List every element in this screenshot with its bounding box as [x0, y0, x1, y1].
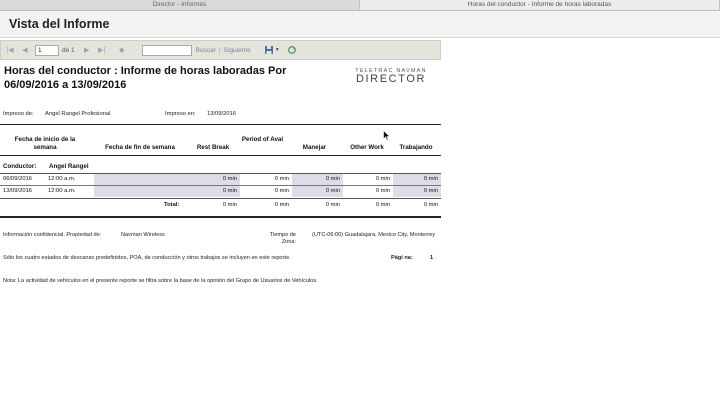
printed-by-value: Angel Rangel Profesional	[45, 111, 111, 117]
page-count-label: de 1	[62, 46, 75, 54]
total-other: 0 min	[375, 202, 390, 208]
previous-page-icon[interactable]: ◀	[19, 44, 31, 56]
toolbar-separator: |	[218, 46, 221, 54]
row-work: 0 min	[393, 186, 441, 197]
column-header-end: Fecha de fin de semana	[105, 144, 175, 151]
total-drive: 0 min	[325, 202, 340, 208]
timezone-value: (UTC-06:00) Guadalajara, Mexico City, Mo…	[312, 232, 435, 238]
page-value: 1	[430, 255, 434, 261]
printed-on-label: Impreso en:	[165, 111, 196, 117]
search-input[interactable]	[141, 44, 192, 56]
export-icon[interactable]	[263, 44, 275, 56]
footer-note-vehicles: Nota: La actividad de vehículos en el pr…	[3, 278, 318, 284]
logo-line-2: DIRECTOR	[355, 73, 427, 85]
next-page-icon[interactable]: ▶	[81, 44, 93, 56]
row-time: 12:00 a.m.	[48, 188, 76, 194]
mouse-cursor-icon	[383, 128, 391, 146]
row-end-date	[94, 174, 188, 185]
tab-report[interactable]: Horas del conductor - Informe de horas l…	[360, 0, 720, 10]
row-aval: 0 min	[274, 188, 289, 194]
printed-on-value: 13/09/2016	[207, 111, 237, 117]
timezone-label: Tiempo de Zona:	[269, 232, 296, 245]
rows-bottom-rule	[0, 198, 441, 199]
refresh-icon[interactable]	[286, 44, 298, 56]
row-time: 12:00 a.m.	[48, 176, 76, 182]
printed-by-label: Impreso de:	[3, 111, 34, 117]
header-rule	[0, 124, 441, 125]
browser-tab-bar: Director - Informes Horas del conductor …	[0, 0, 720, 11]
table-row: 13/09/2016 12:00 a.m. 0 min 0 min 0 min …	[0, 186, 441, 197]
column-header-aval: Period of Aval	[241, 136, 284, 143]
row-date: 06/09/2016	[3, 176, 33, 182]
teletrac-navman-logo: TELETRAC NAVMAN DIRECTOR	[346, 68, 436, 85]
footer-note-states: Sólo los cuatro estados de descanso pred…	[3, 255, 291, 261]
export-dropdown-icon[interactable]: ▼	[275, 47, 280, 53]
column-header-start: Fecha de inicio de la semana	[14, 136, 76, 151]
page-label: Pági na:	[391, 255, 413, 261]
row-drive: 0 min	[292, 186, 343, 197]
first-page-icon[interactable]: |◀	[4, 44, 16, 56]
row-rest: 0 min	[188, 186, 240, 197]
page-title: Vista del Informe	[9, 17, 110, 31]
driver-label: Conductor:	[3, 163, 37, 170]
back-icon[interactable]: ◆	[116, 44, 128, 56]
row-work: 0 min	[393, 174, 441, 185]
total-row: Total: 0 min 0 min 0 min 0 min 0 min	[0, 200, 441, 211]
total-rest: 0 min	[222, 202, 237, 208]
row-other: 0 min	[375, 176, 390, 182]
confidential-label: Información confidencial. Propiedad de:	[3, 232, 102, 238]
page-header: Vista del Informe	[0, 11, 720, 38]
total-label: Total:	[164, 202, 180, 208]
total-aval: 0 min	[274, 202, 289, 208]
column-header-rest: Rest Break	[196, 144, 230, 151]
row-date: 13/09/2016	[3, 188, 33, 194]
total-rule	[0, 216, 441, 218]
last-page-icon[interactable]: ▶|	[96, 44, 108, 56]
total-work: 0 min	[423, 202, 438, 208]
report-title: Horas del conductor : Informe de horas l…	[4, 65, 287, 91]
next-match-link[interactable]: Siguiente	[224, 47, 251, 54]
column-header-drive: Manejar	[302, 144, 327, 151]
row-other: 0 min	[375, 188, 390, 194]
row-aval: 0 min	[274, 176, 289, 182]
column-header-work: Trabajando	[399, 144, 433, 151]
row-drive: 0 min	[292, 174, 343, 185]
row-end-date	[94, 186, 188, 197]
search-link[interactable]: Buscar	[196, 47, 216, 54]
report-toolbar: |◀ ◀ de 1 ▶ ▶| ◆ Buscar | Siguiente ▼	[0, 40, 441, 60]
driver-name: Angel Rangel	[49, 163, 89, 170]
page-number-input[interactable]	[35, 44, 59, 56]
confidential-value: Navman Wireless	[121, 232, 165, 238]
table-row: 06/09/2016 12:00 a.m. 0 min 0 min 0 min …	[0, 174, 441, 185]
column-header-rule	[0, 155, 441, 156]
row-rest: 0 min	[188, 174, 240, 185]
tab-director-informes[interactable]: Director - Informes	[0, 0, 360, 10]
